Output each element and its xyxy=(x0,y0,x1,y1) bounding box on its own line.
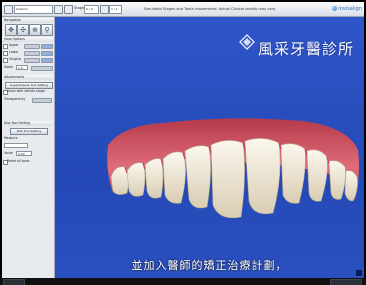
zoom-icon[interactable]: ⚲ xyxy=(41,24,53,36)
navigation-header[interactable]: Navigation xyxy=(3,18,53,23)
reset-tools-label[interactable]: Reset all tools xyxy=(7,159,29,164)
value-field[interactable]: 0.00 xyxy=(16,151,32,156)
tooth-premolar-right-1 xyxy=(328,160,346,200)
tooth-canine-left xyxy=(162,151,186,204)
transparency-slider[interactable] xyxy=(32,98,52,103)
measure-dropdown[interactable] xyxy=(4,143,28,148)
toolbar: Anterior Stage 0 / 0 1 / 1 Simulated Sta… xyxy=(2,2,364,17)
pan-icon[interactable]: ✣ xyxy=(17,24,29,36)
lower-slider[interactable] xyxy=(24,51,40,56)
tooth-premolar-left-2 xyxy=(126,162,146,197)
lower-checkbox[interactable] xyxy=(3,51,8,56)
upper-checkbox[interactable] xyxy=(3,44,8,49)
tool-setting-button[interactable]: Dist Tool Setting xyxy=(10,128,48,135)
gingiva-slider[interactable] xyxy=(24,58,40,63)
gingiva-color[interactable] xyxy=(41,58,53,63)
zoom-in-icon[interactable]: ⊕ xyxy=(29,24,41,36)
tool-header[interactable]: Dist Tool Setting xyxy=(3,121,53,126)
step-field[interactable]: 1 / 1 xyxy=(109,5,122,14)
resize-handle[interactable] xyxy=(356,270,362,276)
taskbar-tray xyxy=(330,279,362,285)
zoom-slider[interactable] xyxy=(31,66,53,71)
view-options-header[interactable]: View Options xyxy=(3,37,53,42)
transparency-label: Transparency xyxy=(4,97,26,101)
value-label: Value xyxy=(4,151,13,155)
taskbar-item[interactable] xyxy=(3,279,25,285)
left-panel: Navigation ✥ ✣ ⊕ ⚲ View Options Upper Lo… xyxy=(2,17,55,278)
attachments-header[interactable]: Attachments xyxy=(3,75,53,80)
play-icon[interactable] xyxy=(100,5,109,14)
zoom-field[interactable]: 1.0 xyxy=(16,65,28,70)
clinic-logo-icon xyxy=(239,34,255,50)
lower-color[interactable] xyxy=(41,51,53,56)
upper-color[interactable] xyxy=(41,44,53,49)
upper-label: Upper xyxy=(9,43,19,47)
screen: Anterior Stage 0 / 0 1 / 1 Simulated Sta… xyxy=(0,0,366,285)
stage-field[interactable]: 0 / 0 xyxy=(84,5,99,14)
gingiva-checkbox[interactable] xyxy=(3,58,8,63)
application-window: Anterior Stage 0 / 0 1 / 1 Simulated Sta… xyxy=(2,2,364,278)
tooth-lateral-left xyxy=(184,145,211,209)
tooth-premolar-left-1 xyxy=(144,158,164,199)
logo-icon xyxy=(332,6,338,11)
3d-viewport[interactable]: 風采牙醫診所 並加入醫師的矯正治療計劃， xyxy=(55,17,364,278)
upper-slider[interactable] xyxy=(24,44,40,49)
gingiva-label: Gingiva xyxy=(9,57,22,61)
toggle-icon[interactable] xyxy=(54,5,63,14)
zoom-label: Zoom xyxy=(4,65,14,69)
subtitle-caption: 並加入醫師的矯正治療計劃， xyxy=(131,259,288,272)
view-dropdown[interactable]: Anterior xyxy=(14,5,53,14)
tooth-canine-right xyxy=(306,149,328,202)
tooth-central-left xyxy=(210,140,245,219)
tooth-central-right xyxy=(244,138,281,215)
stage-label: Stage xyxy=(74,6,85,10)
brand-logo: invisalign xyxy=(306,5,362,13)
rotate-icon[interactable]: ✥ xyxy=(5,24,17,36)
show-details-label: Show with details stage xyxy=(7,89,45,93)
lower-label: Lower xyxy=(9,50,19,54)
grid-icon[interactable] xyxy=(64,5,73,14)
dental-model[interactable] xyxy=(103,105,363,230)
superimpose-button[interactable]: Superimpose Tool Setting xyxy=(5,82,53,89)
window-title: Simulated Stages and Tooth movements: Ac… xyxy=(143,7,276,11)
measure-label: Measure xyxy=(4,136,18,140)
taskbar xyxy=(0,278,366,285)
home-icon[interactable] xyxy=(4,5,13,14)
clinic-watermark: 風采牙醫診所 xyxy=(258,40,355,58)
tooth-lateral-right xyxy=(280,143,306,204)
logo-text: invisalign xyxy=(338,6,362,12)
